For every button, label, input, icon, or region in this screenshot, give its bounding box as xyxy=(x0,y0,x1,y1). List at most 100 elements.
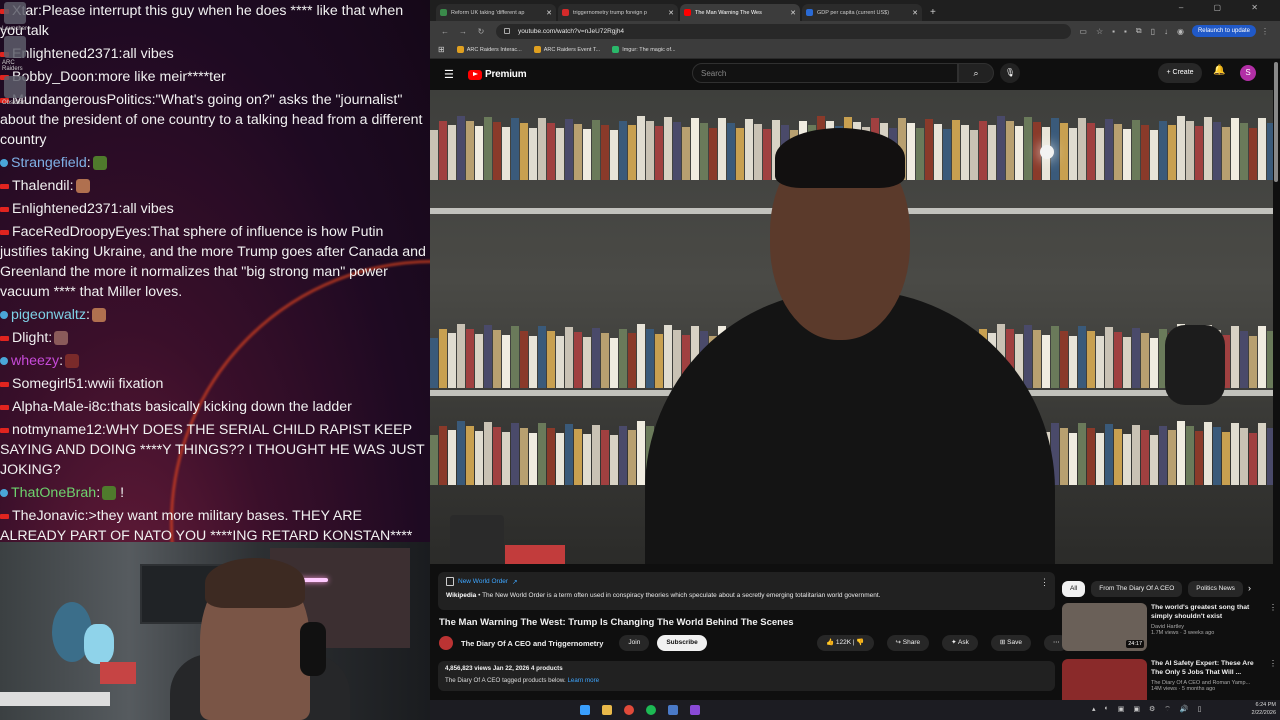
create-button[interactable]: + Create xyxy=(1158,63,1202,83)
new-tab-button[interactable]: + xyxy=(924,7,942,21)
relaunch-button[interactable]: Relaunch to update xyxy=(1191,25,1256,37)
chrome-icon[interactable] xyxy=(624,705,634,715)
save-button[interactable]: ⊞ Save xyxy=(990,635,1031,651)
more-options-icon[interactable]: ⋮ xyxy=(1269,603,1277,651)
tab-close-icon[interactable]: ✕ xyxy=(790,9,796,17)
youtube-logo[interactable]: Premium xyxy=(468,69,527,80)
thumbs-down-icon[interactable]: 👎 xyxy=(856,639,864,646)
microphone-icon[interactable]: 🎙 xyxy=(1000,63,1020,83)
chat-username[interactable]: Enlightened2371 xyxy=(12,201,119,217)
chat-username[interactable]: Thalendil xyxy=(12,178,70,194)
file-explorer-icon[interactable] xyxy=(602,705,612,715)
reload-icon[interactable]: ↻ xyxy=(472,27,490,36)
sidebar-icon[interactable]: ▯ xyxy=(1151,27,1155,36)
video-thumbnail[interactable] xyxy=(1062,659,1147,700)
share-button[interactable]: ↪ Share xyxy=(886,635,930,651)
bookmark-item[interactable]: Imgur: The magic of... xyxy=(612,46,676,53)
desktop-shortcut-icon[interactable] xyxy=(4,36,26,58)
filter-chip[interactable]: Politics News xyxy=(1188,581,1243,597)
tray-icon-5[interactable]: ⚙ xyxy=(1149,705,1155,714)
subscribe-button[interactable]: Subscribe xyxy=(657,635,707,651)
tray-icon-4[interactable]: ▣ xyxy=(1133,705,1140,714)
recommended-title[interactable]: The world's greatest song that simply sh… xyxy=(1151,603,1267,621)
info-panel-title[interactable]: New World Order xyxy=(458,578,508,585)
browser-tab[interactable]: GDP per capita (current US$) ✕ xyxy=(802,4,922,21)
obsidian-icon[interactable] xyxy=(690,705,700,715)
start-icon[interactable] xyxy=(580,705,590,715)
desktop-shortcut-icon[interactable] xyxy=(4,2,26,24)
recommended-video[interactable]: The AI Safety Expert: These Are The Only… xyxy=(1062,659,1277,700)
tab-close-icon[interactable]: ✕ xyxy=(668,9,674,17)
chat-username[interactable]: wheezy xyxy=(11,353,59,369)
extension-icon-1[interactable]: ▪ xyxy=(1112,27,1115,36)
site-info-icon[interactable] xyxy=(504,27,510,34)
chat-username[interactable]: Somegirl51 xyxy=(12,376,84,392)
bookmark-star-icon[interactable]: ☆ xyxy=(1096,27,1103,36)
url-field[interactable]: youtube.com/watch?v=nJeU72Rgjh4 xyxy=(496,23,1072,39)
browser-menu-icon[interactable]: ⋮ xyxy=(1256,27,1274,36)
book-spine xyxy=(565,327,573,388)
chat-username[interactable]: pigeonwaltz xyxy=(11,307,86,323)
tab-close-icon[interactable]: ✕ xyxy=(912,9,918,17)
chevron-right-icon[interactable]: › xyxy=(1248,583,1251,593)
search-input[interactable]: Search xyxy=(692,63,958,83)
steam-icon[interactable] xyxy=(668,705,678,715)
volume-icon[interactable]: 🔊 xyxy=(1180,705,1189,714)
download-icon[interactable]: ↓ xyxy=(1164,27,1168,36)
chat-username[interactable]: Alpha-Male-i8c xyxy=(12,399,107,415)
window-controls[interactable]: – ▢ ✕ xyxy=(1179,3,1272,12)
apps-grid-icon[interactable]: ⊞ xyxy=(438,45,445,54)
clock[interactable]: 6:24 PM 2/22/2026 xyxy=(1252,701,1276,717)
search-icon[interactable]: ⌕ xyxy=(958,63,994,83)
chat-username[interactable]: FaceRedDroopyEyes xyxy=(12,224,147,240)
page-scrollbar[interactable] xyxy=(1274,62,1278,182)
cast-icon[interactable]: ▭ xyxy=(1079,27,1087,36)
back-icon[interactable]: ← xyxy=(436,27,454,36)
tray-icon-3[interactable]: ▣ xyxy=(1118,705,1125,714)
recommended-video[interactable]: 24:17 The world's greatest song that simp… xyxy=(1062,603,1277,651)
chat-username[interactable]: MundangerousPolitics xyxy=(12,92,152,108)
video-thumbnail[interactable]: 24:17 xyxy=(1062,603,1147,651)
chat-username[interactable]: Strangefield xyxy=(11,155,87,171)
book-spine xyxy=(538,326,546,388)
channel-name[interactable]: The Diary Of A CEO and Triggernometry xyxy=(461,639,603,648)
browser-tab[interactable]: The Man Warning The Wes ✕ xyxy=(680,4,800,21)
like-button[interactable]: 👍 122K | 👎 xyxy=(817,635,874,651)
filter-chip[interactable]: From The Diary Of A CEO xyxy=(1091,581,1183,597)
spotify-icon[interactable] xyxy=(646,705,656,715)
extensions-puzzle-icon[interactable]: ⧉ xyxy=(1136,26,1142,36)
recommended-title[interactable]: The AI Safety Expert: These Are The Only… xyxy=(1151,659,1267,677)
tray-icon-6[interactable]: ▯ xyxy=(1198,705,1202,714)
desktop-shortcut-icon[interactable] xyxy=(4,76,26,98)
tray-icon-1[interactable]: ▴ xyxy=(1092,705,1096,714)
forward-icon[interactable]: → xyxy=(454,27,472,36)
menu-icon[interactable]: ☰ xyxy=(444,68,460,81)
video-player[interactable] xyxy=(430,90,1273,564)
profile-icon[interactable]: ◉ xyxy=(1177,27,1184,36)
more-options-icon[interactable]: ⋮ xyxy=(1269,659,1277,700)
description-box[interactable]: 4,856,823 views Jan 22, 2026 4 products … xyxy=(438,661,1055,691)
book-spine xyxy=(511,422,519,485)
browser-tab[interactable]: triggernometry trump foreign p ✕ xyxy=(558,4,678,21)
chat-username[interactable]: notmyname12 xyxy=(12,422,102,438)
chat-username[interactable]: ThatOneBrah xyxy=(11,485,96,501)
learn-more-link[interactable]: Learn more xyxy=(567,677,599,684)
avatar[interactable]: S xyxy=(1240,65,1256,81)
tab-close-icon[interactable]: ✕ xyxy=(546,9,552,17)
book-spine xyxy=(556,128,564,180)
bookmark-item[interactable]: ARC Raiders Interac... xyxy=(456,46,522,53)
join-button[interactable]: Join xyxy=(619,635,650,651)
bookmark-item[interactable]: ARC Raiders Event T... xyxy=(533,46,600,53)
extension-icon-2[interactable]: ▪ xyxy=(1124,27,1127,36)
ask-button[interactable]: ✦ Ask xyxy=(942,635,978,651)
browser-tab[interactable]: Reform UK taking 'different ap ✕ xyxy=(436,4,556,21)
chat-username[interactable]: Dlight xyxy=(12,330,48,346)
channel-avatar[interactable] xyxy=(439,636,453,650)
chat-username[interactable]: TheJonavic xyxy=(12,508,85,524)
tray-icon-2[interactable]: ◐ xyxy=(1105,705,1109,714)
more-options-icon[interactable]: ⋮ xyxy=(1040,577,1049,588)
network-icon[interactable]: ⌔ xyxy=(1164,705,1171,714)
filter-chip[interactable]: All xyxy=(1062,581,1086,597)
chat-text: more like meir****ter xyxy=(98,69,226,85)
notifications-bell-icon[interactable]: 🔔 xyxy=(1213,65,1225,76)
